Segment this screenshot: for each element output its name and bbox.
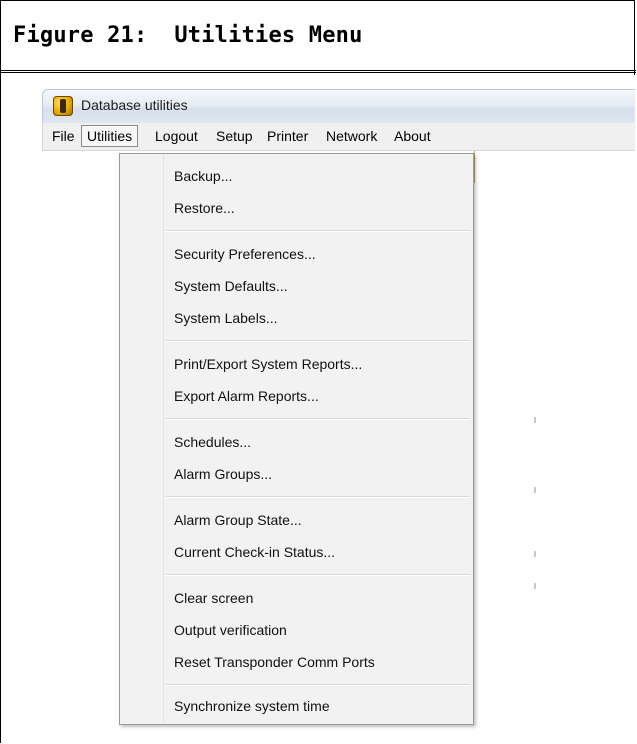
menu-icon-gutter: [120, 154, 164, 724]
background-mark: [534, 583, 536, 589]
menu-item-system-labels[interactable]: System Labels...: [174, 306, 278, 330]
figure-frame: Figure 21: Utilities Menu Database utili…: [0, 0, 636, 744]
figure-title: Figure 21: Utilities Menu: [13, 23, 363, 48]
menu-about[interactable]: About: [389, 125, 436, 147]
utilities-dropdown-menu: Backup... Restore... Security Preference…: [119, 153, 474, 725]
menu-separator: [166, 684, 470, 686]
menu-separator: [166, 418, 470, 420]
menu-item-current-check-in-status[interactable]: Current Check-in Status...: [174, 540, 335, 564]
menu-printer[interactable]: Printer: [262, 125, 313, 147]
menu-setup[interactable]: Setup: [211, 125, 258, 147]
menu-item-reset-transponder-comm-ports[interactable]: Reset Transponder Comm Ports: [174, 650, 375, 674]
menu-separator: [166, 574, 470, 576]
background-mark: [534, 487, 536, 493]
menu-separator: [166, 496, 470, 498]
menu-utilities[interactable]: Utilities: [81, 125, 139, 147]
menu-file[interactable]: File: [47, 125, 80, 147]
menu-item-export-alarm-reports[interactable]: Export Alarm Reports...: [174, 384, 319, 408]
background-mark: [534, 551, 536, 557]
background-mark: [534, 417, 536, 423]
menu-logout[interactable]: Logout: [150, 125, 203, 147]
window-titlebar[interactable]: Database utilities: [42, 89, 635, 124]
menu-item-system-defaults[interactable]: System Defaults...: [174, 274, 288, 298]
screenshot-area: Database utilities File Utilities Logout…: [2, 75, 635, 744]
database-app-icon: [53, 96, 73, 116]
window-edge: [474, 151, 475, 183]
menu-item-restore[interactable]: Restore...: [174, 196, 235, 220]
figure-header: Figure 21: Utilities Menu: [1, 1, 636, 73]
window-title: Database utilities: [81, 97, 188, 113]
menu-item-alarm-groups[interactable]: Alarm Groups...: [174, 462, 272, 486]
menu-bar: File Utilities Logout Setup Printer Netw…: [42, 123, 635, 151]
menu-item-synchronize-system-time[interactable]: Synchronize system time: [174, 694, 330, 718]
menu-item-backup[interactable]: Backup...: [174, 164, 232, 188]
menu-item-output-verification[interactable]: Output verification: [174, 618, 287, 642]
menu-network[interactable]: Network: [321, 125, 382, 147]
menu-separator: [166, 230, 470, 232]
menu-item-security-preferences[interactable]: Security Preferences...: [174, 242, 316, 266]
menu-item-clear-screen[interactable]: Clear screen: [174, 586, 253, 610]
menu-item-print-export-system-reports[interactable]: Print/Export System Reports...: [174, 352, 362, 376]
menu-item-schedules[interactable]: Schedules...: [174, 430, 251, 454]
menu-item-alarm-group-state[interactable]: Alarm Group State...: [174, 508, 302, 532]
menu-separator: [166, 340, 470, 342]
